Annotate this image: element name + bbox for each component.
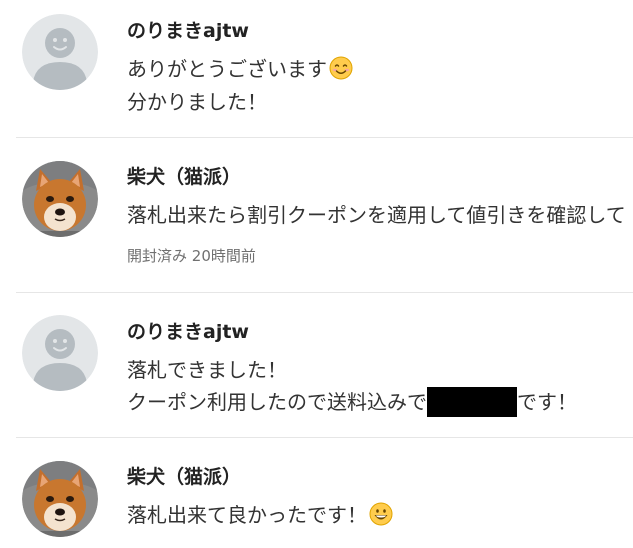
smiling-face-icon (329, 56, 353, 80)
message-author[interactable]: 柴犬（猫派） (127, 462, 241, 489)
timestamp: 20時間前 (191, 247, 256, 265)
message-item: のりまきajtw ありがとうございます 分かりました！ (0, 0, 633, 137)
message-item: 柴犬（猫派） 落札出来て良かったです！ (0, 438, 633, 548)
message-text: ありがとうございます (127, 57, 327, 81)
redacted-block (427, 387, 517, 417)
default-avatar-icon[interactable] (22, 315, 98, 391)
default-avatar-icon[interactable] (22, 14, 98, 90)
message-text-line: ありがとうございます (127, 53, 353, 82)
shiba-dog-avatar[interactable] (22, 461, 98, 537)
message-author[interactable]: のりまきajtw (127, 317, 249, 344)
message-thread: のりまきajtw ありがとうございます 分かりました！ 柴犬（猫派） 落札出来た… (0, 0, 633, 548)
message-text-line: 落札出来て良かったです！ (127, 499, 393, 528)
shiba-dog-avatar[interactable] (22, 161, 98, 237)
message-text: 落札出来たら割引クーポンを適用して値引きを確認して (127, 203, 626, 227)
read-status: 開封済み (127, 247, 188, 265)
message-text: です！ (517, 390, 577, 414)
message-author[interactable]: 柴犬（猫派） (127, 162, 241, 189)
message-text: クーポン利用したので送料込みで (127, 390, 427, 414)
message-text: 落札できました！ (127, 358, 287, 382)
message-item: 柴犬（猫派） 落札出来たら割引クーポンを適用して値引きを確認して 開封済み 20… (0, 138, 633, 292)
message-text: 分かりました！ (127, 90, 267, 114)
message-item: のりまきajtw 落札できました！ クーポン利用したので送料込みで です！ (0, 293, 633, 437)
message-text: 落札出来て良かったです！ (127, 503, 367, 527)
message-author[interactable]: のりまきajtw (127, 16, 249, 43)
message-text-line: クーポン利用したので送料込みで です！ (127, 386, 577, 417)
message-meta: 開封済み 20時間前 (127, 245, 256, 266)
grinning-face-icon (369, 502, 393, 526)
